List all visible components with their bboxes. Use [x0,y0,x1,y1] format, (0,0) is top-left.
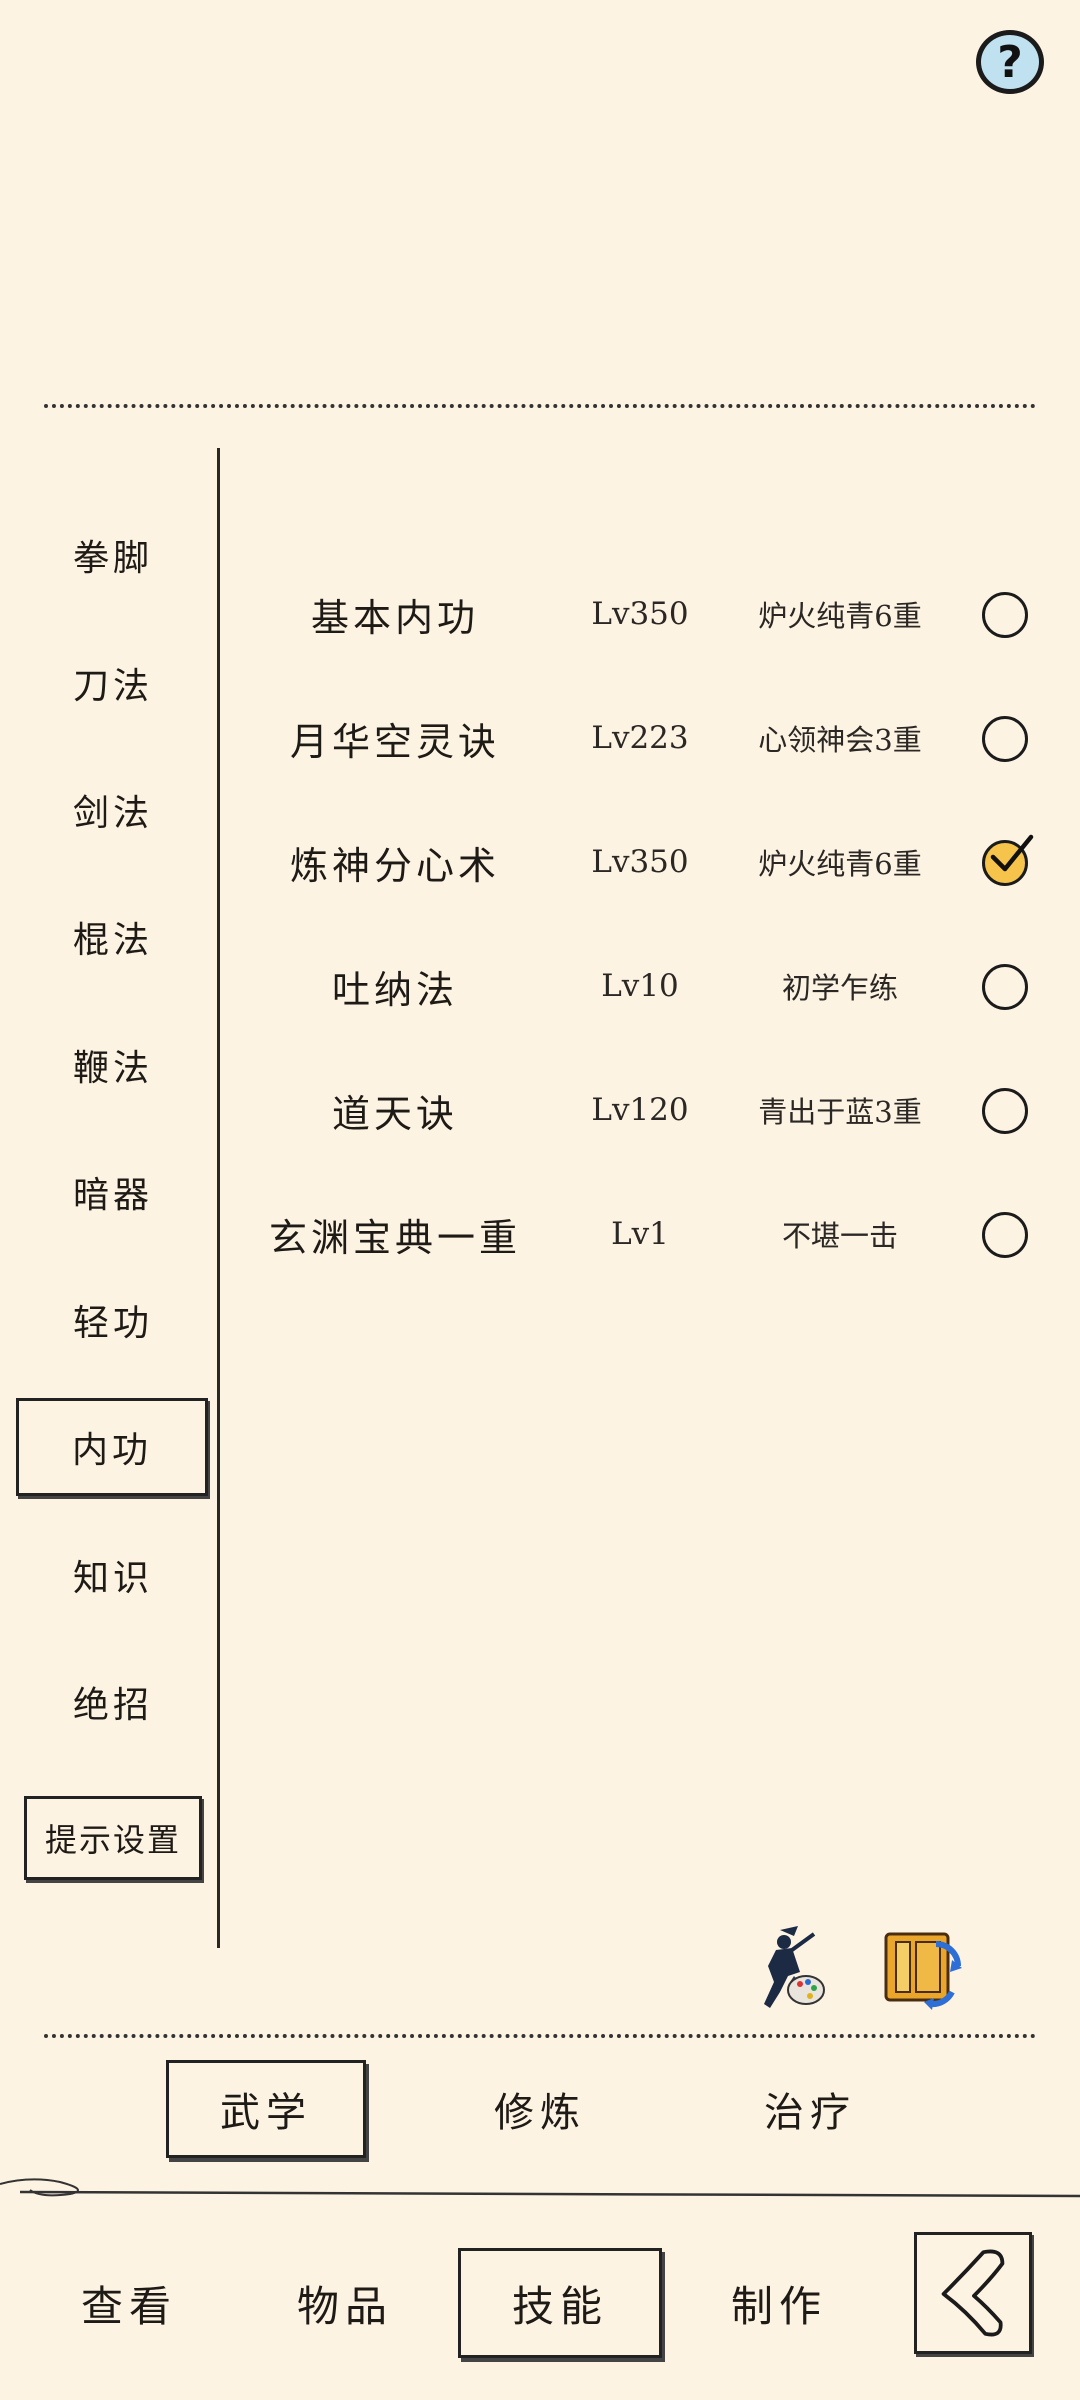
nav-label: 技能 [511,2281,608,2331]
skill-rank: 心领神会3重 [758,723,922,757]
sidebar-item-juezhao[interactable]: 绝招 [22,1657,204,1747]
sidebar-item-label: 棍法 [72,920,153,961]
sidebar-item-bianfa[interactable]: 鞭法 [22,1020,204,1110]
skill-rank: 初学乍练 [781,971,898,1005]
sidebar-item-zhishi[interactable]: 知识 [22,1530,204,1620]
skill-select-radio[interactable] [982,592,1028,638]
sidebar-item-label: 知识 [72,1558,153,1599]
sidebar-item-qinggong[interactable]: 轻功 [22,1275,204,1365]
nav-label: 制作 [730,2281,827,2331]
help-icon: ? [997,36,1023,88]
skill-level: Lv350 [591,844,689,880]
help-button[interactable]: ? [976,30,1044,94]
skill-row[interactable]: 玄渊宝典一重 Lv1 不堪一击 [240,1194,1040,1274]
sidebar-item-anqi[interactable]: 暗器 [22,1147,204,1237]
sidebar-item-daofa[interactable]: 刀法 [22,638,204,728]
tab-label: 武学 [220,2090,312,2136]
skill-rank: 炉火纯青6重 [758,599,922,633]
sidebar-item-label: 内功 [71,1430,152,1471]
tab-zhiliao[interactable]: 治疗 [710,2060,910,2158]
skill-row[interactable]: 道天诀 Lv120 青出于蓝3重 [240,1070,1040,1150]
skill-select-radio-checked[interactable] [982,834,1034,886]
sidebar-item-label: 拳脚 [72,538,153,579]
nav-craft[interactable]: 制作 [684,2248,874,2358]
sidebar-item-label: 刀法 [72,666,153,707]
skill-level: Lv1 [611,1216,669,1252]
skill-name: 月华空灵诀 [289,719,500,764]
skill-row[interactable]: 月华空灵诀 Lv223 心领神会3重 [240,698,1040,778]
skill-select-radio[interactable] [982,716,1028,762]
nav-items[interactable]: 物品 [250,2248,440,2358]
decorative-brush-line [0,2178,1080,2198]
martial-artist-palette-icon[interactable] [740,1920,832,2012]
back-button[interactable] [914,2232,1032,2354]
sidebar-item-gunfa[interactable]: 棍法 [22,892,204,982]
tab-label: 修炼 [494,2090,586,2136]
nav-view[interactable]: 查看 [34,2248,224,2358]
skill-rank: 炉火纯青6重 [758,847,922,881]
sidebar-item-label: 绝招 [72,1685,153,1726]
sidebar-item-label: 暗器 [72,1175,153,1216]
skill-level: Lv10 [601,968,679,1004]
skill-row[interactable]: 炼神分心术 Lv350 炉火纯青6重 [240,822,1040,902]
skill-level: Lv350 [591,596,689,632]
tab-label: 治疗 [764,2090,856,2136]
bottom-divider [44,2034,1036,2038]
sidebar-item-label: 轻功 [72,1303,153,1344]
skill-select-radio[interactable] [982,1212,1028,1258]
tab-wuxue[interactable]: 武学 [166,2060,366,2158]
top-divider [44,404,1036,408]
hint-settings-label: 提示设置 [44,1821,181,1859]
nav-skills[interactable]: 技能 [458,2248,662,2358]
sidebar-item-neigong[interactable]: 内功 [16,1398,208,1496]
skill-name: 玄渊宝典一重 [268,1215,521,1260]
checkmark-icon [990,834,1034,872]
skill-name: 道天诀 [331,1091,458,1136]
sidebar-divider [217,448,220,1948]
skill-name: 吐纳法 [331,967,458,1012]
skill-name: 炼神分心术 [289,843,500,888]
sidebar-item-jianfa[interactable]: 剑法 [22,765,204,855]
nav-label: 查看 [80,2281,177,2331]
sidebar-item-label: 剑法 [72,793,153,834]
skill-name: 基本内功 [310,595,479,640]
skill-rank: 不堪一击 [781,1219,898,1253]
skill-row[interactable]: 吐纳法 Lv10 初学乍练 [240,946,1040,1026]
skill-level: Lv223 [591,720,689,756]
nav-label: 物品 [296,2281,393,2331]
sidebar-item-label: 鞭法 [72,1048,153,1089]
skill-rank: 青出于蓝3重 [758,1095,922,1129]
skill-level: Lv120 [591,1092,689,1128]
skill-select-radio[interactable] [982,964,1028,1010]
skill-select-radio[interactable] [982,1088,1028,1134]
skill-row[interactable]: 基本内功 Lv350 炉火纯青6重 [240,574,1040,654]
book-refresh-icon[interactable] [876,1920,968,2012]
tab-xiulian[interactable]: 修炼 [440,2060,640,2158]
back-arrow-icon [941,2249,1005,2337]
sidebar-item-quanjiao[interactable]: 拳脚 [22,510,204,600]
hint-settings-button[interactable]: 提示设置 [24,1796,202,1880]
